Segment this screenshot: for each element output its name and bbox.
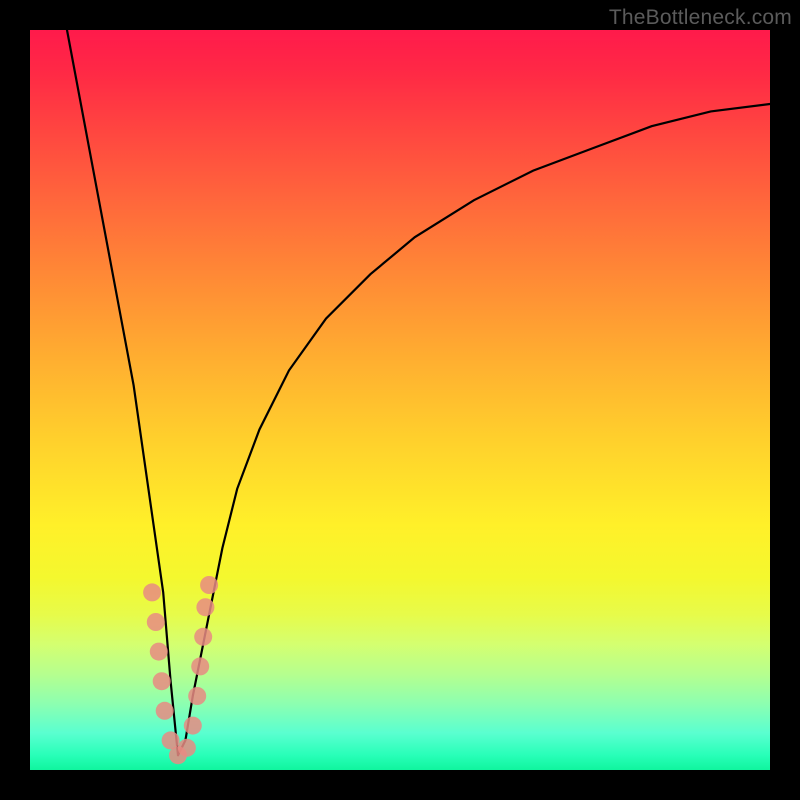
highlight-dot: [191, 657, 209, 675]
highlight-dot: [156, 702, 174, 720]
highlight-dot: [188, 687, 206, 705]
highlight-dot: [194, 628, 212, 646]
watermark-text: TheBottleneck.com: [609, 6, 792, 30]
plot-area: [30, 30, 770, 770]
highlight-dot: [153, 672, 171, 690]
bottleneck-curve: [67, 30, 770, 755]
highlight-dot: [150, 643, 168, 661]
highlight-dot: [143, 583, 161, 601]
highlight-dot: [184, 717, 202, 735]
curve-layer: [30, 30, 770, 770]
highlight-dot: [147, 613, 165, 631]
highlight-dot: [200, 576, 218, 594]
highlight-dot: [196, 598, 214, 616]
highlight-dot: [178, 739, 196, 757]
highlight-dots: [143, 576, 218, 764]
chart-frame: TheBottleneck.com: [0, 0, 800, 800]
